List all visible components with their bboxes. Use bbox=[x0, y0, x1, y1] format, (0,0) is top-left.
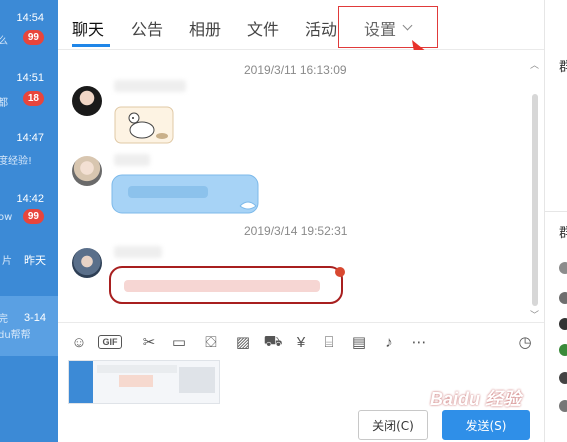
gif-icon[interactable]: GIF bbox=[98, 335, 122, 349]
more-icon[interactable]: ⋯ bbox=[408, 332, 430, 352]
conversation-time: 14:54 bbox=[16, 12, 44, 24]
conversation-snippet: 度经验! bbox=[0, 156, 33, 167]
scroll-up-icon[interactable]: ︿ bbox=[530, 58, 539, 71]
message-area: 2019/3/11 16:13:09 2019/3/14 19:52:31 ︿ … bbox=[58, 50, 544, 322]
tab-album[interactable]: 相册 bbox=[189, 16, 221, 40]
group-notice-title: 群 bbox=[559, 60, 567, 75]
red-packet-icon[interactable]: ¥ bbox=[290, 332, 312, 352]
active-tab-indicator bbox=[72, 44, 110, 47]
member-avatar[interactable] bbox=[559, 400, 567, 412]
member-avatar[interactable] bbox=[559, 372, 567, 384]
conversation-item[interactable]: 14:47 度经验! bbox=[0, 124, 58, 186]
scroll-down-icon[interactable]: ﹀ bbox=[530, 308, 539, 321]
input-toolbar: ☺ GIF ✂ ▭ ⛋ ▨ ⛟ ¥ ⌸ ▤ ♪ ⋯ ◷ bbox=[58, 322, 544, 360]
image-icon[interactable]: ▨ bbox=[232, 332, 254, 352]
conversation-item[interactable]: 14:42 ow 99 bbox=[0, 186, 58, 248]
conversation-time: 14:42 bbox=[16, 193, 44, 205]
avatar[interactable] bbox=[72, 86, 102, 116]
avatar[interactable] bbox=[72, 248, 102, 278]
tab-chat[interactable]: 聊天 bbox=[72, 16, 104, 40]
conversation-snippet: 完 du帮帮 bbox=[0, 314, 31, 341]
close-button[interactable]: 关闭(C) bbox=[358, 410, 428, 440]
folder-icon[interactable]: ▭ bbox=[168, 332, 190, 352]
member-avatar[interactable] bbox=[559, 318, 567, 330]
conversation-list: 14:54 么 99 14:51 都 18 14:47 度经验! 14:42 o… bbox=[0, 0, 58, 442]
tab-settings[interactable]: 设置 bbox=[364, 16, 396, 40]
pasted-screenshot-thumbnail[interactable] bbox=[68, 360, 220, 404]
member-avatar[interactable] bbox=[559, 292, 567, 304]
message-bubble-blue bbox=[111, 174, 259, 214]
tab-announcement[interactable]: 公告 bbox=[131, 16, 163, 40]
sender-name-blurred bbox=[114, 246, 162, 258]
conversation-snippet: ow bbox=[0, 212, 13, 223]
conversation-snippet: 片 bbox=[2, 256, 12, 267]
conversation-time: 昨天 bbox=[24, 255, 46, 267]
unread-badge: 18 bbox=[22, 91, 44, 106]
conversation-item[interactable]: 14:54 么 99 bbox=[0, 0, 58, 62]
unread-badge: 99 bbox=[22, 209, 44, 224]
tab-files[interactable]: 文件 bbox=[247, 16, 279, 40]
present-icon[interactable]: ⌸ bbox=[318, 332, 340, 352]
group-members-title: 群 bbox=[559, 226, 567, 241]
scissors-icon[interactable]: ✂ bbox=[138, 332, 160, 352]
unread-badge: 99 bbox=[22, 30, 44, 45]
conversation-item-active[interactable]: 3-14 完 du帮帮 bbox=[0, 296, 58, 356]
sender-name-blurred bbox=[114, 80, 186, 92]
tab-activity[interactable]: 活动 bbox=[305, 16, 337, 40]
baidu-watermark: Baidu 经验 bbox=[430, 389, 522, 409]
gift-box-icon[interactable]: ⛋ bbox=[200, 332, 222, 352]
calendar-icon[interactable]: ▤ bbox=[348, 332, 370, 352]
member-avatar[interactable] bbox=[559, 344, 567, 356]
sender-name-blurred bbox=[114, 154, 150, 166]
conversation-time: 14:51 bbox=[16, 72, 44, 84]
conversation-item[interactable]: 14:51 都 18 bbox=[0, 62, 58, 124]
message-timestamp: 2019/3/14 19:52:31 bbox=[244, 224, 348, 238]
car-icon[interactable]: ⛟ bbox=[262, 332, 284, 352]
panel-divider bbox=[545, 211, 567, 212]
message-scrollbar[interactable] bbox=[532, 94, 538, 306]
message-bubble-red bbox=[109, 266, 345, 304]
emoji-icon[interactable]: ☺ bbox=[68, 332, 90, 352]
conversation-snippet: 都 bbox=[0, 98, 8, 109]
message-timestamp: 2019/3/11 16:13:09 bbox=[244, 63, 347, 77]
chat-tabbar: 聊天 公告 相册 文件 活动 设置 bbox=[58, 0, 544, 50]
avatar[interactable] bbox=[72, 156, 102, 186]
send-button[interactable]: 发送(S) bbox=[442, 410, 530, 440]
bell-icon[interactable]: ♪ bbox=[378, 332, 400, 352]
sticker-image bbox=[114, 106, 174, 144]
conversation-time: 14:47 bbox=[16, 132, 44, 144]
group-info-panel: 群 群 bbox=[544, 0, 567, 442]
history-clock-icon[interactable]: ◷ bbox=[514, 332, 536, 352]
member-avatar[interactable] bbox=[559, 262, 567, 274]
conversation-snippet: 么 bbox=[0, 36, 8, 47]
